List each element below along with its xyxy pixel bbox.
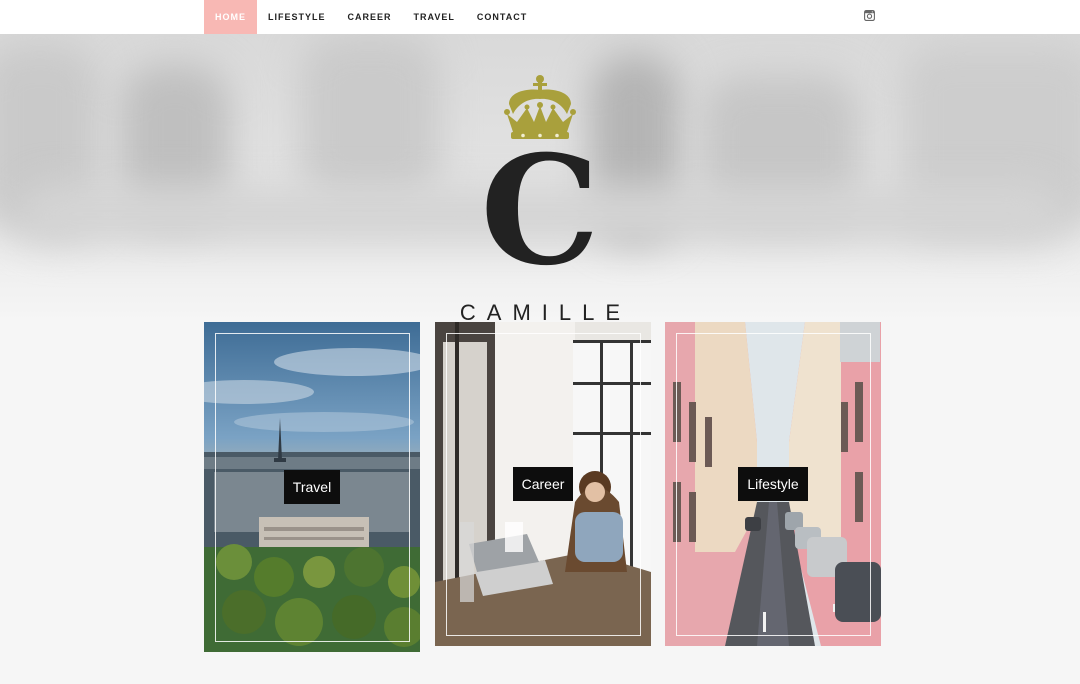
card-label-lifestyle[interactable]: Lifestyle — [738, 467, 808, 501]
category-card-travel[interactable]: Travel — [204, 322, 420, 652]
category-card-career[interactable]: Career — [435, 322, 651, 646]
nav-item-lifestyle[interactable]: LIFESTYLE — [257, 0, 337, 34]
site-name: CAMILLE — [459, 300, 632, 322]
card-label-travel[interactable]: Travel — [284, 470, 340, 504]
nav-menu: HOME LIFESTYLE CAREER TRAVEL CONTACT — [204, 0, 538, 34]
card-label-career[interactable]: Career — [513, 467, 573, 501]
hero-banner: C CAMILLE — [0, 34, 1080, 322]
top-navigation: HOME LIFESTYLE CAREER TRAVEL CONTACT — [0, 0, 1080, 34]
instagram-icon[interactable] — [864, 10, 875, 21]
nav-item-career[interactable]: CAREER — [337, 0, 403, 34]
nav-item-travel[interactable]: TRAVEL — [403, 0, 466, 34]
nav-item-contact[interactable]: CONTACT — [466, 0, 538, 34]
category-card-lifestyle[interactable]: Lifestyle — [665, 322, 881, 646]
nav-item-home[interactable]: HOME — [204, 0, 257, 34]
logo-monogram: C — [480, 123, 600, 299]
camille-logo[interactable]: C CAMILLE — [440, 74, 640, 322]
